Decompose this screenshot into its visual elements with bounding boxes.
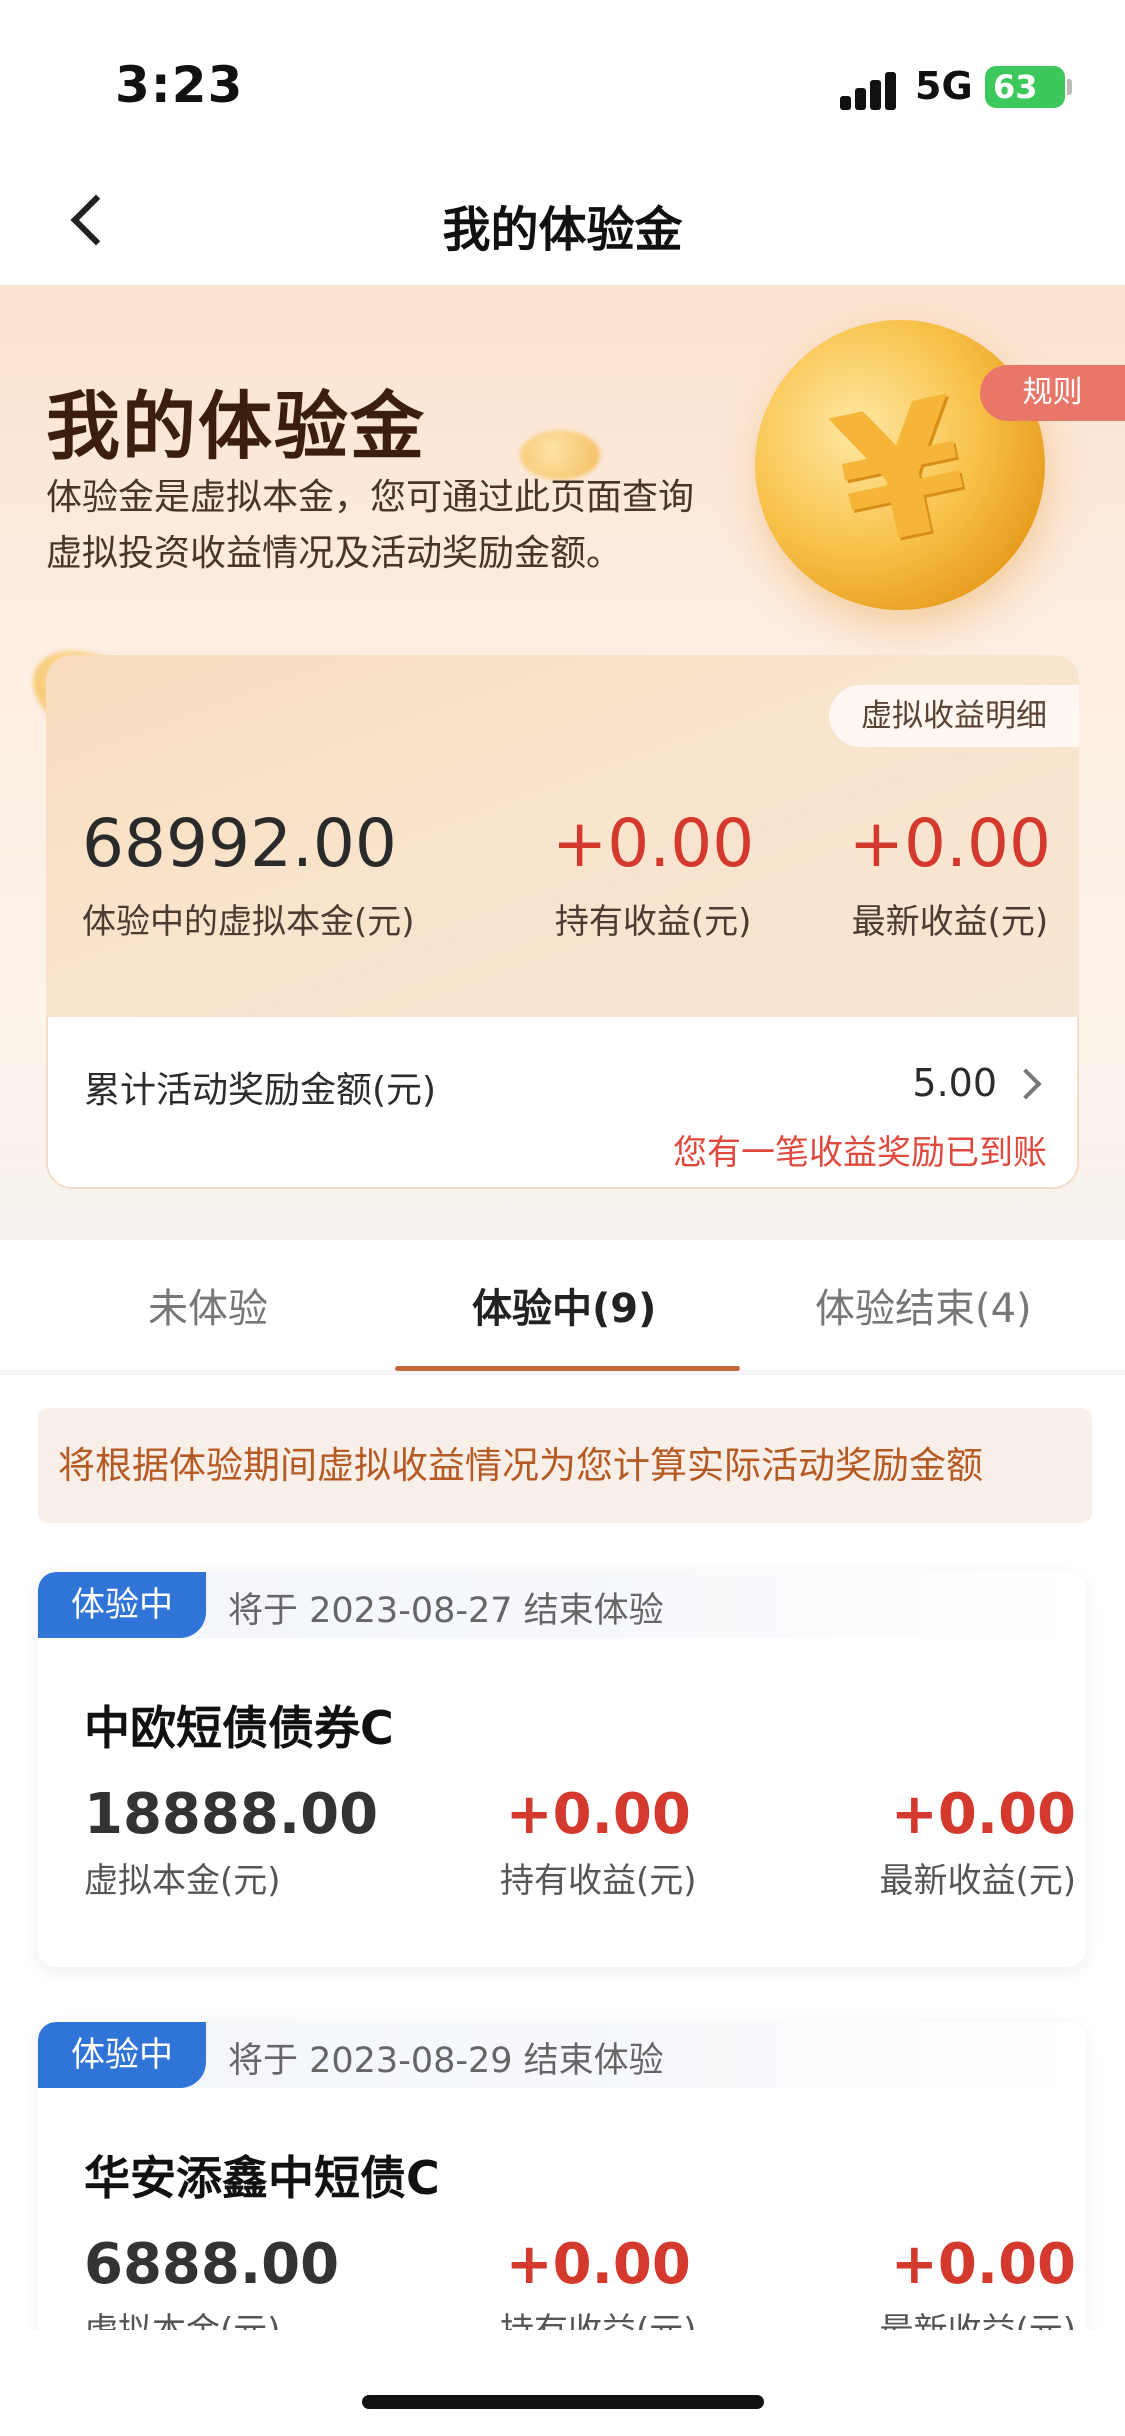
battery-cap xyxy=(1067,79,1072,95)
battery-icon: 63 xyxy=(985,66,1065,108)
summary-card: 虚拟收益明细 68992.00 体验中的虚拟本金(元) +0.00 持有收益(元… xyxy=(46,655,1079,1017)
fund-principal: 18888.00 虚拟本金(元) xyxy=(84,1782,378,1902)
latest-label: 最新收益(元) xyxy=(851,902,1049,942)
tab-bar: 未体验 体验中(9) 体验结束(4) xyxy=(0,1240,1125,1371)
latest-value: +0.00 xyxy=(848,805,1051,882)
notice-banner: 将根据体验期间虚拟收益情况为您计算实际活动奖励金额 xyxy=(38,1408,1092,1523)
fund-end-date: 将于 2023-08-27 结束体验 xyxy=(228,1591,664,1631)
fund-name: 华安添鑫中短债C xyxy=(84,2151,440,2205)
virtual-profit-detail-button[interactable]: 虚拟收益明细 xyxy=(829,685,1079,747)
fund-holding-value: +0.00 xyxy=(505,1782,691,1847)
home-indicator[interactable] xyxy=(362,2395,764,2409)
tab-not-experienced[interactable]: 未体验 xyxy=(148,1276,268,1334)
status-badge: 体验中 xyxy=(38,1572,206,1638)
fund-latest-value: +0.00 xyxy=(890,1782,1076,1847)
fund-principal-label: 虚拟本金(元) xyxy=(84,1861,281,1901)
fund-principal-value: 18888.00 xyxy=(84,1782,379,1847)
hero-title: 我的体验金 xyxy=(46,384,426,470)
yen-coin-icon: ¥ xyxy=(728,293,1072,637)
reward-note: 您有一笔收益奖励已到账 xyxy=(673,1133,1047,1173)
network-type: 5G xyxy=(915,64,973,108)
fund-holding-value: +0.00 xyxy=(505,2232,691,2297)
status-badge: 体验中 xyxy=(38,2022,206,2088)
hero-banner: ¥ 我的体验金 体验金是虚拟本金，您可通过此页面查询虚拟投资收益情况及活动奖励金… xyxy=(0,285,1125,1240)
principal-value: 68992.00 xyxy=(82,805,397,882)
reward-value: 5.00 xyxy=(912,1061,997,1105)
tab-in-experience[interactable]: 体验中(9) xyxy=(472,1276,656,1334)
holding-label: 持有收益(元) xyxy=(554,902,752,942)
hero-description: 体验金是虚拟本金，您可通过此页面查询虚拟投资收益情况及活动奖励金额。 xyxy=(46,477,695,574)
fund-principal-value: 6888.00 xyxy=(84,2232,340,2297)
fund-holding-label: 持有收益(元) xyxy=(500,1861,697,1901)
nav-bar: 我的体验金 xyxy=(0,160,1125,285)
bottom-safe-area xyxy=(0,2330,1125,2436)
holding-stat: +0.00 持有收益(元) xyxy=(552,805,754,943)
fund-card[interactable]: 体验中 将于 2023-08-27 结束体验 中欧短债债券C 18888.00 … xyxy=(38,1572,1086,1967)
status-bar: 3:23 5G 63 xyxy=(0,0,1125,160)
rules-button[interactable]: 规则 xyxy=(980,365,1125,421)
active-tab-underline xyxy=(395,1366,740,1371)
chevron-right-icon xyxy=(1010,1068,1042,1100)
fund-latest: +0.00 最新收益(元) xyxy=(879,1782,1076,1902)
status-time: 3:23 xyxy=(115,56,244,114)
latest-stat: +0.00 最新收益(元) xyxy=(849,805,1051,943)
reward-label: 累计活动奖励金额(元) xyxy=(84,1070,437,1111)
holding-value: +0.00 xyxy=(552,805,755,882)
fund-holding: +0.00 持有收益(元) xyxy=(500,1782,697,1902)
page-title: 我的体验金 xyxy=(442,202,683,258)
battery-level: 63 xyxy=(993,68,1038,106)
principal-stat: 68992.00 体验中的虚拟本金(元) xyxy=(82,805,415,943)
signal-icon xyxy=(840,70,900,110)
fund-name: 中欧短债债券C xyxy=(84,1701,394,1755)
fund-latest-value: +0.00 xyxy=(890,2232,1076,2297)
principal-label: 体验中的虚拟本金(元) xyxy=(82,902,415,942)
fund-latest-label: 最新收益(元) xyxy=(879,1861,1076,1901)
fund-end-date: 将于 2023-08-29 结束体验 xyxy=(228,2041,664,2081)
tab-experience-ended[interactable]: 体验结束(4) xyxy=(815,1276,1032,1334)
reward-row[interactable]: 累计活动奖励金额(元) 5.00 您有一笔收益奖励已到账 xyxy=(46,1017,1079,1189)
